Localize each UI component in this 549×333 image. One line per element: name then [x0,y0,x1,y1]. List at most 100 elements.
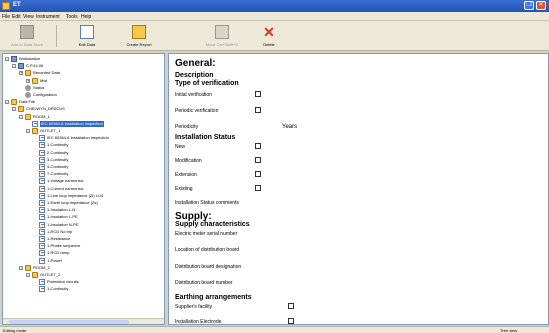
menu-instrument[interactable]: Instrument [36,14,60,20]
folder-icon [25,264,31,271]
tree-node-label: 1-Continuity [47,142,69,148]
supplier-facility-checkbox[interactable] [288,303,294,309]
move-icon [215,25,229,39]
menu-edit[interactable]: Edit [12,14,21,20]
meter-serial-label: Electric meter serial number [175,231,238,237]
title-bar: ET ❐ ✕ [0,0,549,12]
type-of-verification-heading: Type of verification [175,80,239,87]
report-icon [132,25,146,39]
collapse-icon[interactable]: - [12,107,16,112]
tree-node-label: 4-Continuity [47,164,69,169]
tree-node-label: 1-Insulation N-PE [47,221,79,227]
doc-icon [39,156,45,163]
delete-button[interactable]: ✕ Delete [254,23,284,49]
distribution-location-label: Location of distribution board [175,247,240,253]
folder-icon [32,77,38,84]
folder-icon [18,106,24,113]
maximize-button[interactable]: ❐ [524,1,534,10]
collapse-icon[interactable]: - [5,57,9,61]
tree-node-label: OUTLET_1 [40,128,61,133]
create-report-label: Create Report [126,42,152,47]
edit-icon [80,25,94,39]
tree-node-label: 7-Continuity [47,171,69,177]
tree-node-label: Workstation [19,56,41,61]
new-checkbox[interactable] [255,143,261,149]
collapse-icon[interactable]: - [5,100,9,105]
expand-icon[interactable]: + [19,71,23,76]
collapse-icon[interactable]: - [19,114,23,119]
tree-node-label: 1-Earth loop impedance (Zs) [47,200,98,205]
extension-label: Extension [175,172,197,178]
earthing-arrangements-heading: Earthing arrangements [175,294,252,301]
add-to-data-store-button[interactable]: Add to Data Store [4,23,50,49]
doc-icon [39,200,45,206]
tree-node-label: 1-Resistance [47,236,71,241]
menu-view[interactable]: View [23,14,34,20]
initial-verification-checkbox[interactable] [255,91,261,97]
doc-icon [39,228,45,235]
existing-checkbox[interactable] [255,185,261,191]
new-label: New [175,144,186,150]
tree-node-label: Protection circuits [47,279,79,285]
tree-node-label: 1-Line loop impedance (Zi) Li-N [47,192,104,198]
close-button[interactable]: ✕ [536,1,546,10]
horizontal-scrollbar[interactable] [3,318,164,324]
installation-electrode-checkbox[interactable] [288,318,294,324]
doc-icon [39,286,45,293]
status-bar: Editing mode Tree view [0,326,549,333]
tree-node-label: IEC 60364-6 Installation inspection [47,135,109,141]
toolbar-separator [56,25,57,47]
folder-icon [32,128,38,134]
doc-icon [39,221,45,228]
add-to-data-store-label: Add to Data Store [11,42,43,47]
periodic-verification-checkbox[interactable] [255,107,261,113]
collapse-icon[interactable]: - [26,273,30,277]
edit-data-button[interactable]: Edit Data [62,23,112,49]
extension-checkbox[interactable] [255,171,261,177]
download-icon [20,25,34,39]
installation-status-heading: Installation Status [175,134,236,141]
folder-icon [11,99,17,106]
menu-help[interactable]: Help [81,14,91,20]
doc-icon [39,192,45,199]
tree-node-label: 1-Phase sequence [47,243,81,249]
periodicity-label: Periodicity [175,124,199,130]
doc-icon [39,171,45,178]
collapse-icon[interactable]: - [12,64,16,69]
collapse-icon[interactable]: - [19,265,23,270]
tree-node-label: Status [33,84,45,90]
move-label: Move Ctrl+Shift+C [205,42,239,47]
collapse-icon[interactable]: - [26,129,30,133]
doc-icon [39,185,45,192]
doc-icon [39,135,45,142]
delete-label: Delete [263,42,275,47]
doc-icon [39,257,45,264]
modification-checkbox[interactable] [255,157,261,163]
menu-tools[interactable]: Tools [66,14,78,20]
supplier-facility-label: Supplier's facility [175,304,213,310]
menu-file[interactable]: File [2,14,10,20]
tree-node-label: 2-Continuity [47,149,69,155]
existing-label: Existing [175,186,193,192]
gear-icon [25,84,31,91]
periodicity-unit: Years [282,124,298,130]
details-form: General: Description Type of verificatio… [168,53,549,325]
app-icon [2,2,10,10]
tree-node-label: C.P.44.06 [26,63,44,69]
modification-label: Modification [175,158,202,164]
tree-view[interactable]: - Workstation - C.P.44.06 + Recorded Data + Mwi… [2,53,165,325]
doc-icon [39,164,45,170]
move-button[interactable]: Move Ctrl+Shift+C [196,23,248,49]
doc-icon [39,149,45,156]
create-report-button[interactable]: Create Report [112,23,166,49]
tree-node-label: ROOM_1 [33,113,50,119]
folder-icon [32,272,38,278]
initial-verification-label: Initial verification [175,92,212,98]
installation-electrode-label: Installation Electrode [175,319,222,325]
periodic-verification-label: Periodic verification [175,108,219,114]
scrollbar-thumb[interactable] [9,320,129,324]
doc-icon [39,236,45,242]
tree-node-label: IEC 60364-6 Installation inspection [40,120,104,127]
expand-icon[interactable]: + [26,78,30,83]
general-heading: General: [175,58,216,69]
